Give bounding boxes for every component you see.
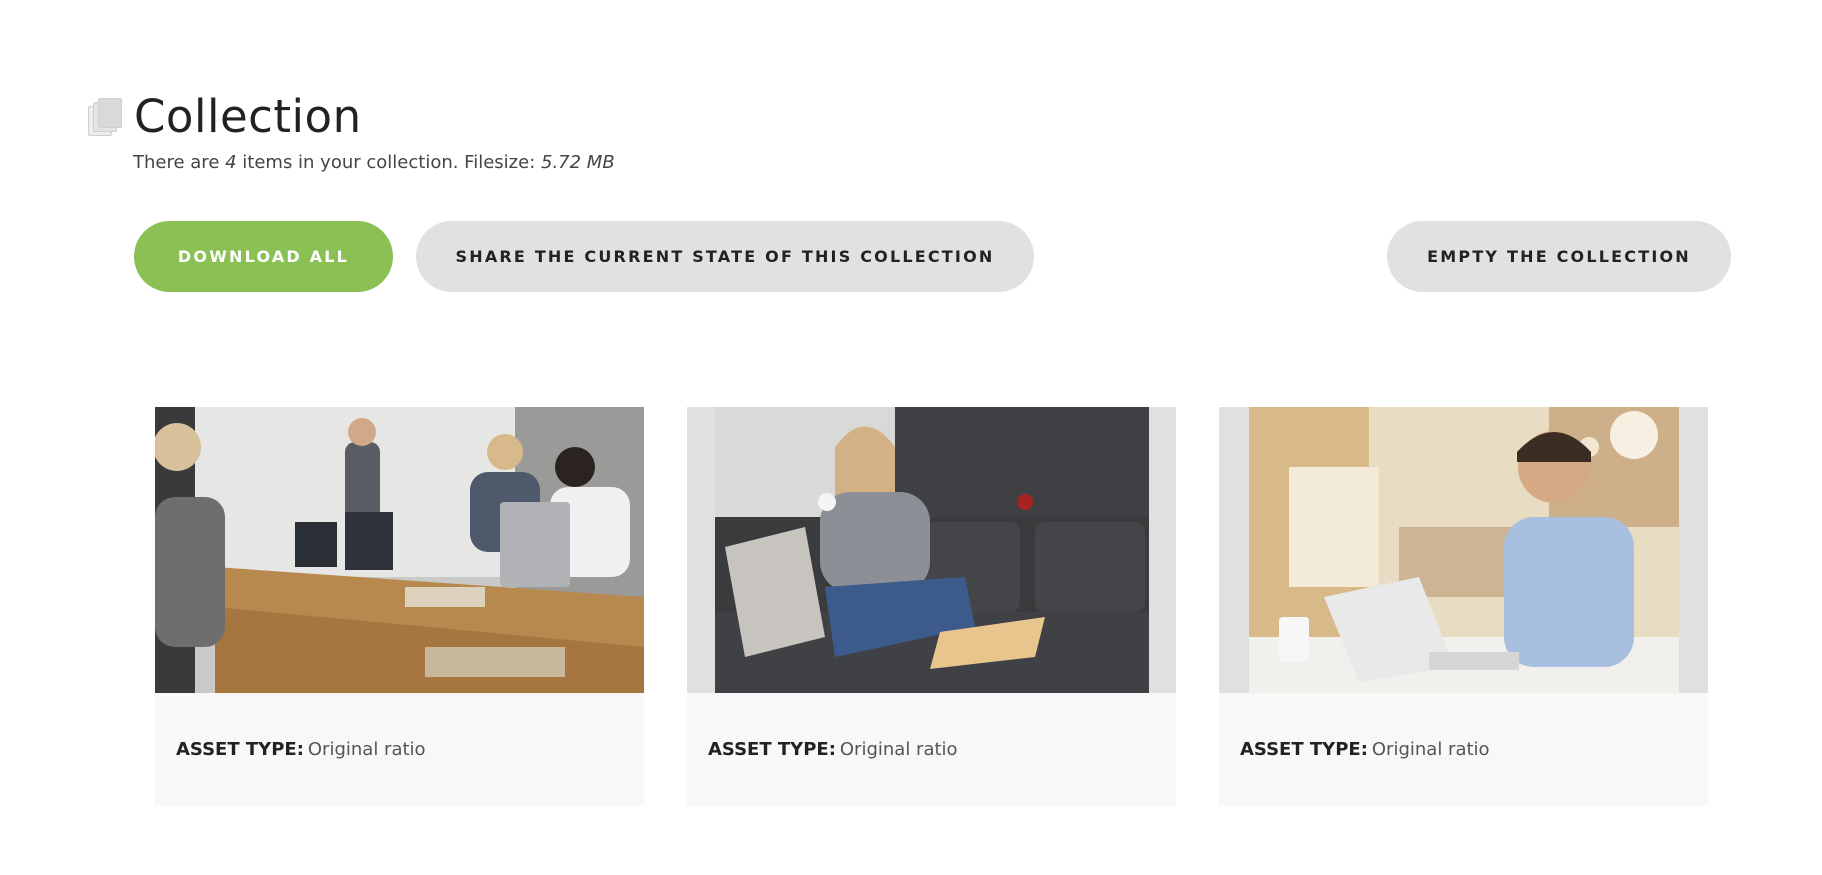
man-laptop-cafe-photo [1219, 407, 1708, 693]
asset-type-value: Original ratio [307, 739, 426, 760]
asset-card[interactable]: ASSET TYPE: Original ratio [687, 407, 1176, 806]
asset-card[interactable]: ASSET TYPE: Original ratio [155, 407, 644, 806]
asset-type: ASSET TYPE: Original ratio [708, 739, 958, 760]
asset-card[interactable]: ASSET TYPE: Original ratio [1219, 407, 1708, 806]
asset-type-label: ASSET TYPE: [176, 739, 304, 760]
collection-page: Collection There are 4 items in your col… [0, 0, 1822, 875]
asset-type: ASSET TYPE: Original ratio [1240, 739, 1490, 760]
asset-type-value: Original ratio [839, 739, 958, 760]
share-collection-button[interactable]: SHARE THE CURRENT STATE OF THIS COLLECTI… [416, 221, 1034, 292]
asset-thumbnail[interactable] [1219, 407, 1708, 693]
woman-sofa-laptop-photo [687, 407, 1176, 693]
asset-type-label: ASSET TYPE: [1240, 739, 1368, 760]
item-count: 4 [225, 152, 237, 173]
download-all-button[interactable]: DOWNLOAD ALL [134, 221, 393, 292]
asset-thumbnail[interactable] [155, 407, 644, 693]
asset-thumbnail[interactable] [687, 407, 1176, 693]
page-title: Collection [134, 89, 362, 143]
summary-prefix: There are [133, 152, 226, 173]
asset-grid: ASSET TYPE: Original ratio ASSET TYPE: O… [155, 407, 1708, 806]
asset-type-value: Original ratio [1371, 739, 1490, 760]
asset-type-label: ASSET TYPE: [708, 739, 836, 760]
empty-collection-button[interactable]: EMPTY THE COLLECTION [1387, 221, 1731, 292]
filesize: 5.72 MB [541, 152, 615, 173]
asset-type: ASSET TYPE: Original ratio [176, 739, 426, 760]
team-meeting-office-photo [155, 407, 644, 693]
summary-middle: items in your collection. Filesize: [236, 152, 541, 173]
collection-summary: There are 4 items in your collection. Fi… [133, 152, 615, 173]
collection-stack-icon [88, 96, 122, 136]
title-row: Collection [88, 88, 362, 144]
